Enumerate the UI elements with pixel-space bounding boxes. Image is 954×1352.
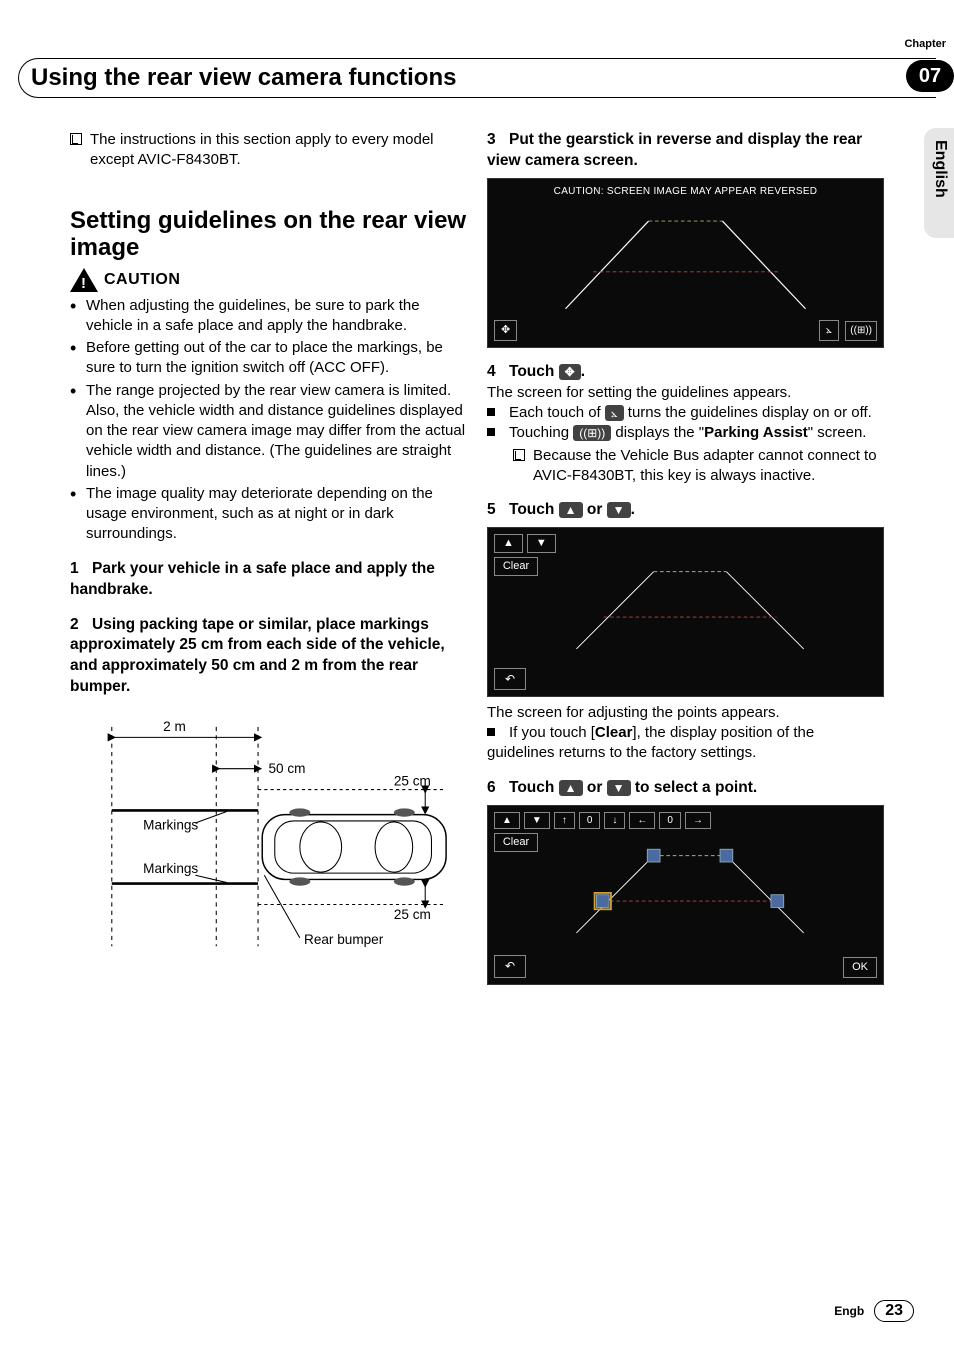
note-checkbox-icon [70,133,82,145]
step-6-heading: 6Touch ▲ or ▼ to select a point. [487,778,884,799]
move-icon: ✥ [559,364,581,380]
note-checkbox-icon [513,449,525,461]
rearview-camera-screenshot-2: ▲ ▼ Clear ↶ [487,527,884,697]
svg-text:25 cm: 25 cm [394,907,431,922]
step-4-subnote: Because the Vehicle Bus adapter cannot c… [533,446,884,487]
step-5-heading: 5Touch ▲ or ▼. [487,500,884,521]
down-triangle-icon: ▼ [607,780,631,796]
header-bar: Using the rear view camera functions [18,58,936,98]
caution-triangle-icon [70,268,98,292]
svg-text:2 m: 2 m [163,719,186,734]
screenshot-back-button: ↶ [494,668,526,690]
footer-language: Engb [834,1304,864,1318]
screenshot-arrow-down-button: ↓ [604,812,625,830]
screenshot-move-icon: ✥ [494,320,517,341]
screenshot-back-button: ↶ [494,955,526,977]
parking-assist-icon: ((⊞)) [573,425,611,441]
screenshot-arrow-up-button: ↑ [554,812,575,830]
up-triangle-icon: ▲ [559,780,583,796]
up-triangle-icon: ▲ [559,502,583,518]
caution-item: Before getting out of the car to place t… [70,338,467,379]
rearview-camera-screenshot-3: ▲ ▼ ↑ 0 ↓ ← 0 → Clear ↶ [487,805,884,985]
screenshot-caution-text: CAUTION: SCREEN IMAGE MAY APPEAR REVERSE… [494,185,877,199]
step-4-heading: 4Touch ✥. [487,362,884,383]
right-column: 3Put the gearstick in reverse and displa… [487,130,884,1262]
footer-page-number: 23 [874,1300,914,1322]
caution-item: The image quality may deteriorate depend… [70,484,467,545]
step-4-description: The screen for setting the guidelines ap… [487,383,884,403]
down-triangle-icon: ▼ [607,502,631,518]
left-column: The instructions in this section apply t… [70,130,467,1262]
section-heading: Setting guidelines on the rear view imag… [70,207,467,262]
svg-text:25 cm: 25 cm [394,774,431,789]
caution-item: When adjusting the guidelines, be sure t… [70,296,467,337]
guidelines-toggle-icon: ⦛ [605,405,624,421]
screenshot-up-button: ▲ [494,534,523,553]
intro-note: The instructions in this section apply t… [90,130,467,171]
screenshot-tri-down-button: ▼ [524,812,550,830]
language-side-tab: English [931,140,949,198]
svg-text:50 cm: 50 cm [269,761,306,776]
screenshot-down-button: ▼ [527,534,556,553]
vehicle-markings-diagram: 2 m 50 cm Markings Markings 25 cm 25 cm [70,706,467,957]
svg-text:Markings: Markings [143,861,198,876]
svg-text:Markings: Markings [143,817,198,832]
screenshot-tri-up-button: ▲ [494,812,520,830]
screenshot-zero-button: 0 [579,812,601,830]
step-2-heading: 2Using packing tape or similar, place ma… [70,615,467,699]
page-footer: Engb 23 [834,1300,914,1322]
caution-label: CAUTION [104,269,180,291]
screenshot-parking-assist-icon: ((⊞)) [845,321,877,341]
page-title: Using the rear view camera functions [31,64,456,92]
screenshot-ok-button: OK [843,957,877,978]
screenshot-guidelines-icon: ⦛ [819,320,839,341]
screenshot-arrow-left-button: ← [629,812,655,830]
step-4-bullet-2: Touching ((⊞)) displays the "Parking Ass… [487,423,884,443]
step-3-heading: 3Put the gearstick in reverse and displa… [487,130,884,172]
rearview-camera-screenshot-1: CAUTION: SCREEN IMAGE MAY APPEAR REVERSE… [487,178,884,348]
step-4-bullet-1: Each touch of ⦛ turns the guidelines dis… [487,403,884,423]
caution-list: When adjusting the guidelines, be sure t… [70,296,467,545]
caution-item: The range projected by the rear view cam… [70,381,467,482]
screenshot-arrow-right-button: → [685,812,711,830]
chapter-label: Chapter [904,38,946,50]
step-1-heading: 1Park your vehicle in a safe place and a… [70,559,467,601]
svg-text:Rear bumper: Rear bumper [304,932,384,947]
step-5-bullet-1: If you touch [Clear], the display positi… [487,723,884,764]
step-5-description: The screen for adjusting the points appe… [487,703,884,723]
screenshot-zero-button: 0 [659,812,681,830]
